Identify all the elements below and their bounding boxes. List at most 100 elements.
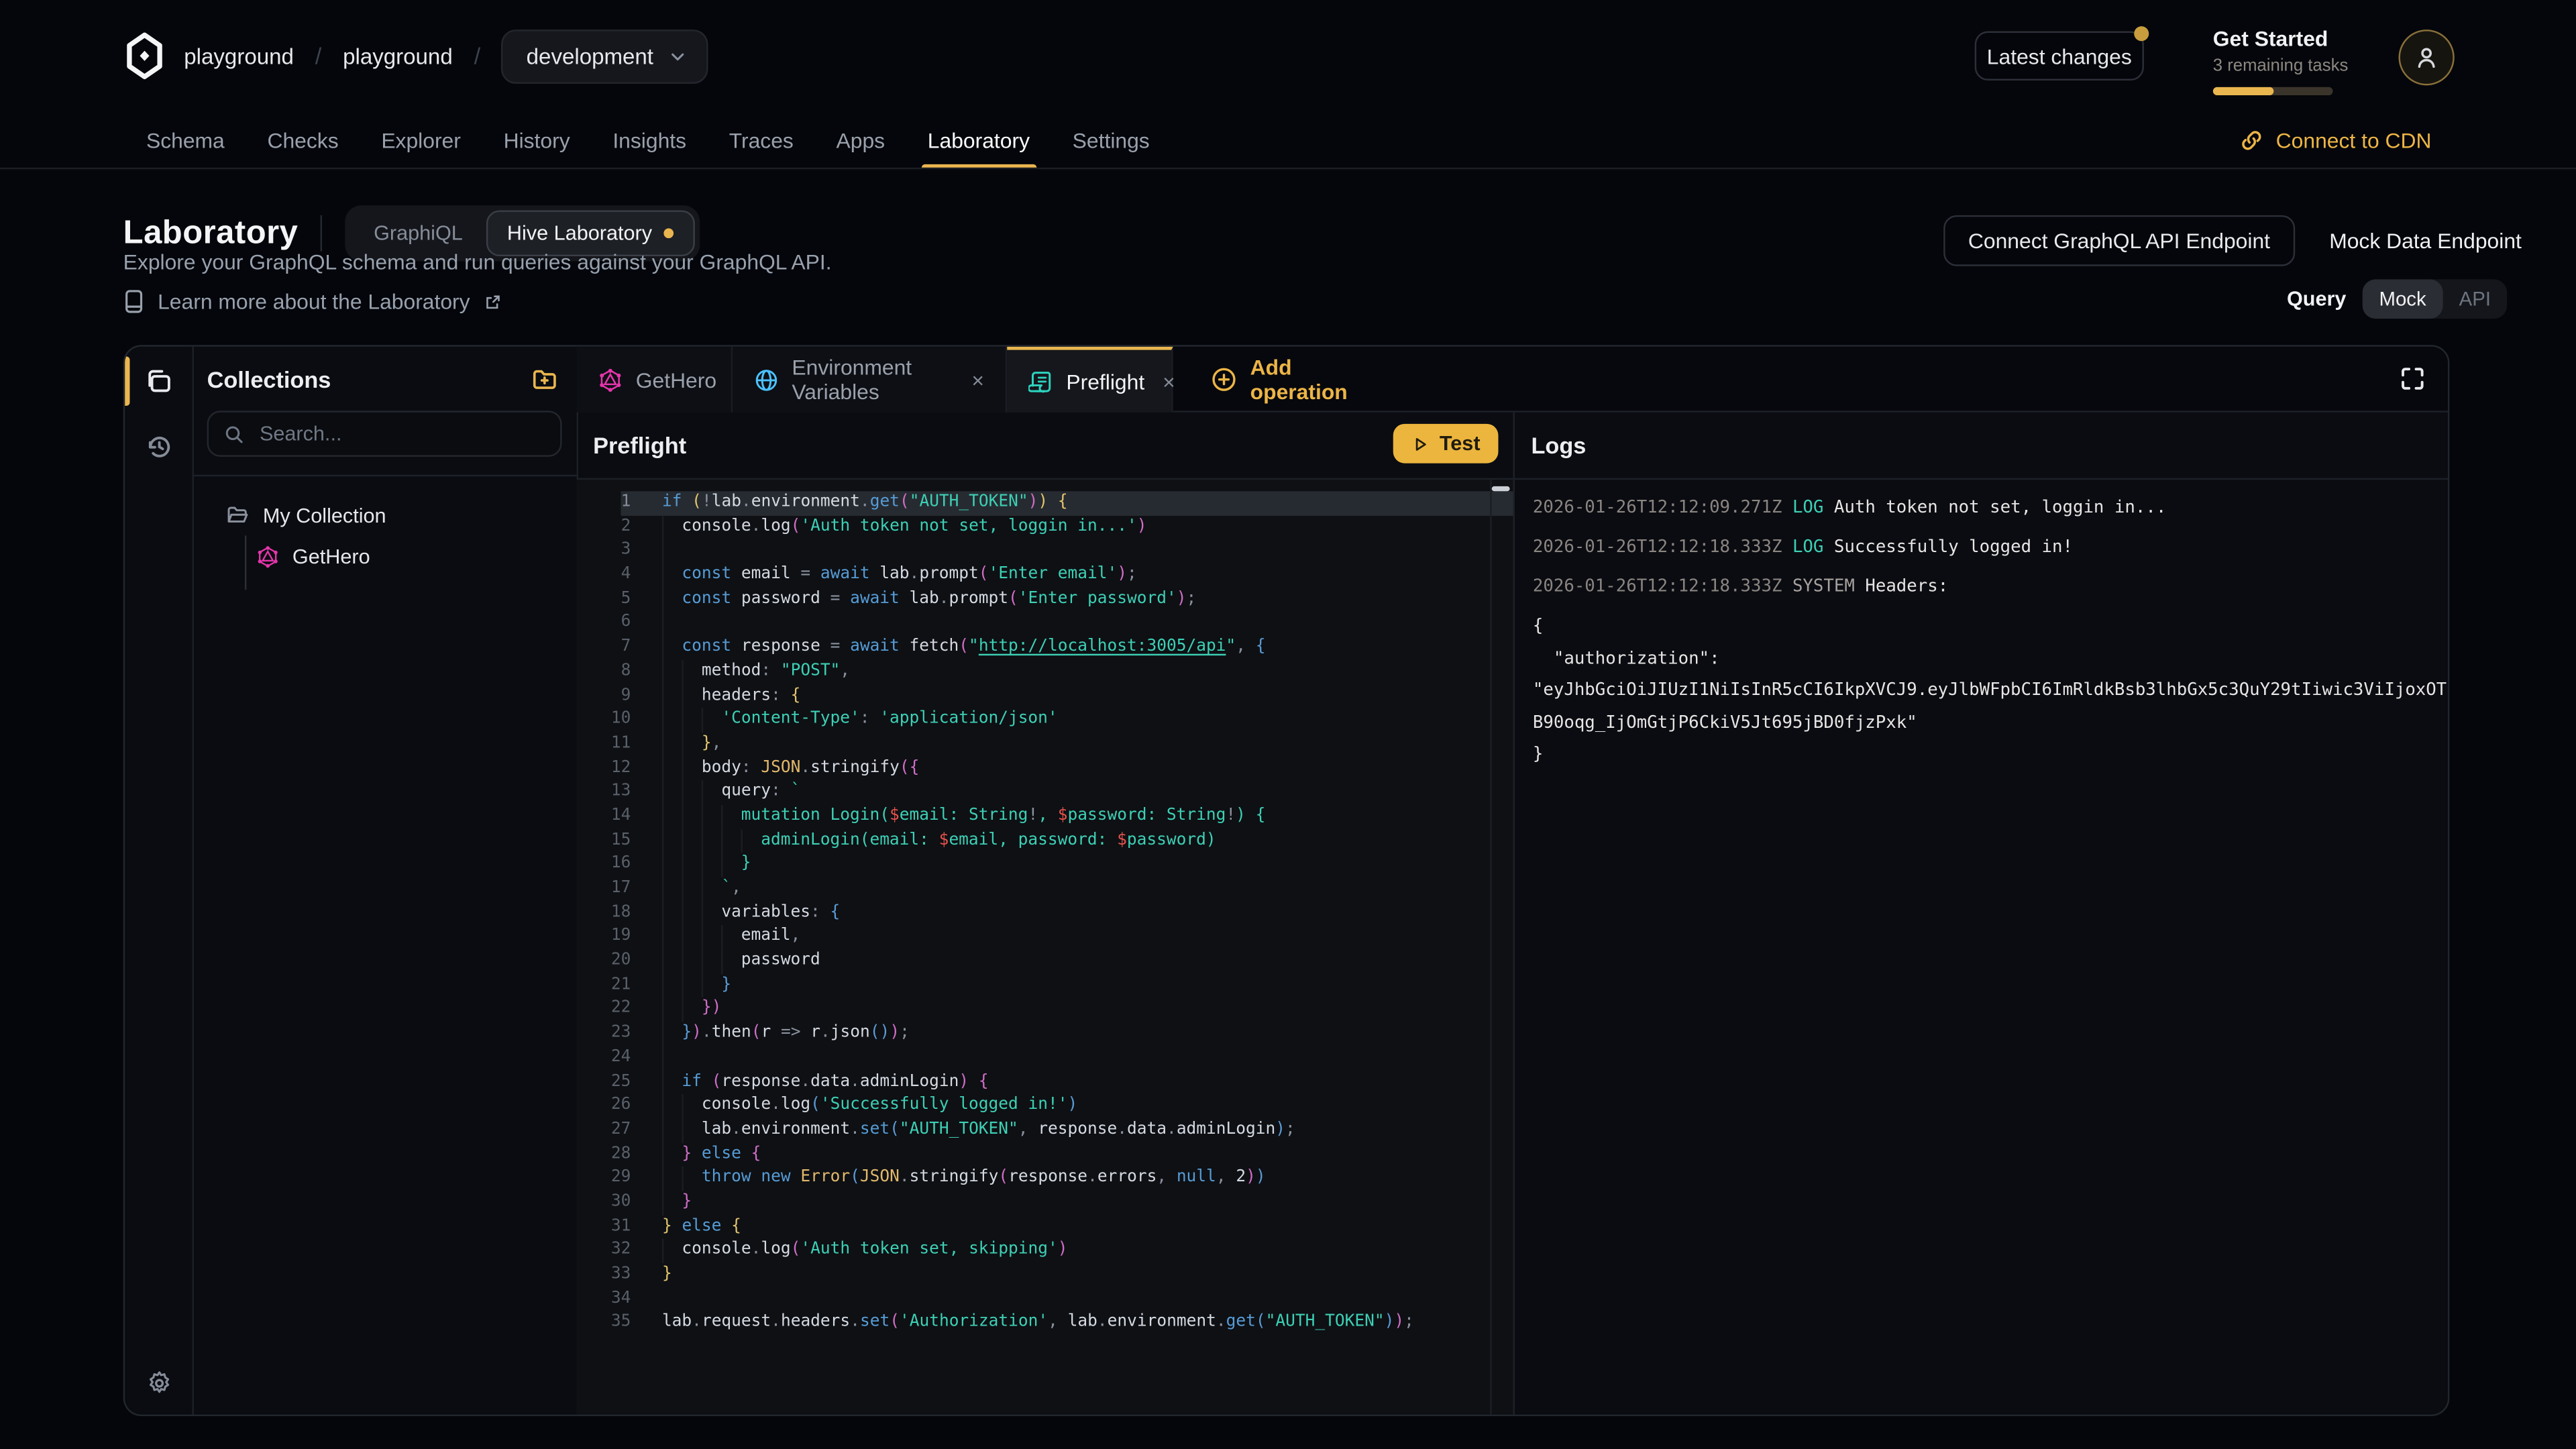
code-line: 17`, [577,877,1513,902]
code-line: 5const password = await lab.prompt('Ente… [577,588,1513,612]
editor-scrollbar-thumb[interactable] [1492,486,1510,491]
external-link-icon [483,292,502,311]
code-line: 27lab.environment.set("AUTH_TOKEN", resp… [577,1118,1513,1142]
mock-data-endpoint-button[interactable]: Mock Data Endpoint [2313,215,2538,266]
code-line: 8method: "POST", [577,660,1513,684]
target-select-value: development [527,44,653,68]
history-rail-button[interactable] [145,432,174,462]
log-line: "eyJhbGciOiJIUzI1NiIsInR5cCI6IkpXVCJ9.ey… [1533,676,2447,708]
code-line: 34 [577,1287,1513,1311]
add-operation-button[interactable]: Add operation [1189,347,1357,413]
line-number: 1 [577,491,662,515]
tab-label: Preflight [1066,369,1144,394]
learn-more-label: Learn more about the Laboratory [158,289,470,314]
test-button-label: Test [1440,432,1481,455]
endpoint-source-toggle: Mock API [2363,279,2508,319]
tab-preflight[interactable]: Preflight × [1007,347,1173,413]
nav-item-laboratory[interactable]: Laboratory [906,112,1051,168]
fullscreen-button[interactable] [2399,365,2427,393]
top-header: playground / playground / development La… [0,0,2576,112]
breadcrumb-separator: / [474,43,481,69]
laboratory-panel: Collections [123,345,2450,1416]
preflight-pane-title: Preflight [593,432,686,458]
lab-description: Explore your GraphQL schema and run quer… [123,250,832,274]
line-number: 16 [577,853,662,877]
get-started-widget[interactable]: Get Started 3 remaining tasks [2213,26,2334,95]
collections-sidebar: Collections [193,347,579,1415]
search-icon [223,423,245,445]
line-number: 31 [577,1215,662,1239]
test-button[interactable]: Test [1393,424,1498,464]
tab-environment-variables[interactable]: Environment Variables × [733,347,1007,413]
operation-item-gethero[interactable]: GetHero [256,545,370,568]
toggle-option-api[interactable]: API [2443,279,2507,319]
user-avatar[interactable] [2399,30,2455,85]
line-number: 22 [577,998,662,1022]
globe-icon [754,367,779,392]
code-line: 15adminLogin(email: $email, password: $p… [577,829,1513,853]
nav-item-insights[interactable]: Insights [591,112,707,168]
line-number: 15 [577,829,662,853]
learn-more-link[interactable]: Learn more about the Laboratory [123,289,503,314]
page-title: Laboratory [123,215,299,252]
notification-dot [2134,26,2149,41]
nav-item-settings[interactable]: Settings [1051,112,1171,168]
logs-pane: Logs 2026-01-26T12:12:09.271Z LOG Auth t… [1513,413,2448,1415]
connect-graphql-endpoint-button[interactable]: Connect GraphQL API Endpoint [1943,215,2295,266]
tab-label: GetHero [636,367,716,392]
line-number: 3 [577,539,662,564]
nav-item-schema[interactable]: Schema [125,112,246,168]
settings-gear-button[interactable] [145,1368,174,1398]
preflight-code-editor[interactable]: 1if (!lab.environment.get("AUTH_TOKEN"))… [577,480,1513,1414]
code-line: 13query: ` [577,781,1513,805]
line-number: 2 [577,515,662,539]
collection-folder-row[interactable]: My Collection [225,502,386,527]
connect-to-cdn-label: Connect to CDN [2276,127,2432,152]
hive-laboratory-dot [663,228,674,239]
line-number: 30 [577,1191,662,1215]
line-number: 9 [577,684,662,708]
new-collection-button[interactable] [531,365,559,393]
collections-rail-button[interactable] [145,366,174,396]
line-number: 24 [577,1046,662,1071]
line-number: 7 [577,636,662,660]
target-select[interactable]: development [502,29,708,83]
nav-item-checks[interactable]: Checks [246,112,360,168]
code-line: 35lab.request.headers.set('Authorization… [577,1311,1513,1336]
tab-label: Environment Variables [792,355,953,404]
sidebar-icon-rail [125,347,194,1415]
line-number: 21 [577,974,662,998]
book-icon [123,289,145,314]
get-started-subtitle: 3 remaining tasks [2213,56,2334,75]
toggle-option-mock[interactable]: Mock [2363,279,2443,319]
logs-pane-title: Logs [1531,432,1586,458]
script-icon [1028,369,1053,394]
nav-item-traces[interactable]: Traces [708,112,815,168]
nav-item-apps[interactable]: Apps [815,112,906,168]
connect-to-cdn-link[interactable]: Connect to CDN [2240,112,2432,168]
tab-gethero[interactable]: GetHero× [577,347,733,413]
code-line: 23}).then(r => r.json()); [577,1022,1513,1046]
gear-icon [145,1368,174,1398]
code-line: 24 [577,1046,1513,1071]
tab-close-icon[interactable]: × [971,367,984,392]
get-started-title: Get Started [2213,26,2334,51]
log-line: 2026-01-26T12:12:18.333Z LOG Successfull… [1533,532,2447,564]
latest-changes-button[interactable]: Latest changes [1975,32,2144,80]
tab-label: Add operation [1250,355,1348,404]
breadcrumb-org[interactable]: playground [184,44,294,68]
code-line: 4const email = await lab.prompt('Enter e… [577,564,1513,588]
code-line: 26console.log('Successfully logged in!') [577,1094,1513,1118]
nav-item-explorer[interactable]: Explorer [360,112,482,168]
tab-close-icon[interactable]: × [1163,369,1175,394]
hive-logo-icon[interactable] [120,32,169,80]
line-number: 10 [577,708,662,733]
line-number: 23 [577,1022,662,1046]
nav-item-history[interactable]: History [482,112,592,168]
search-input[interactable] [256,421,545,447]
breadcrumb-project[interactable]: playground [343,44,453,68]
mode-option-label: Hive Laboratory [507,222,652,245]
code-line: 22}) [577,998,1513,1022]
log-line: } [1533,739,2447,771]
code-line: 11}, [577,733,1513,757]
